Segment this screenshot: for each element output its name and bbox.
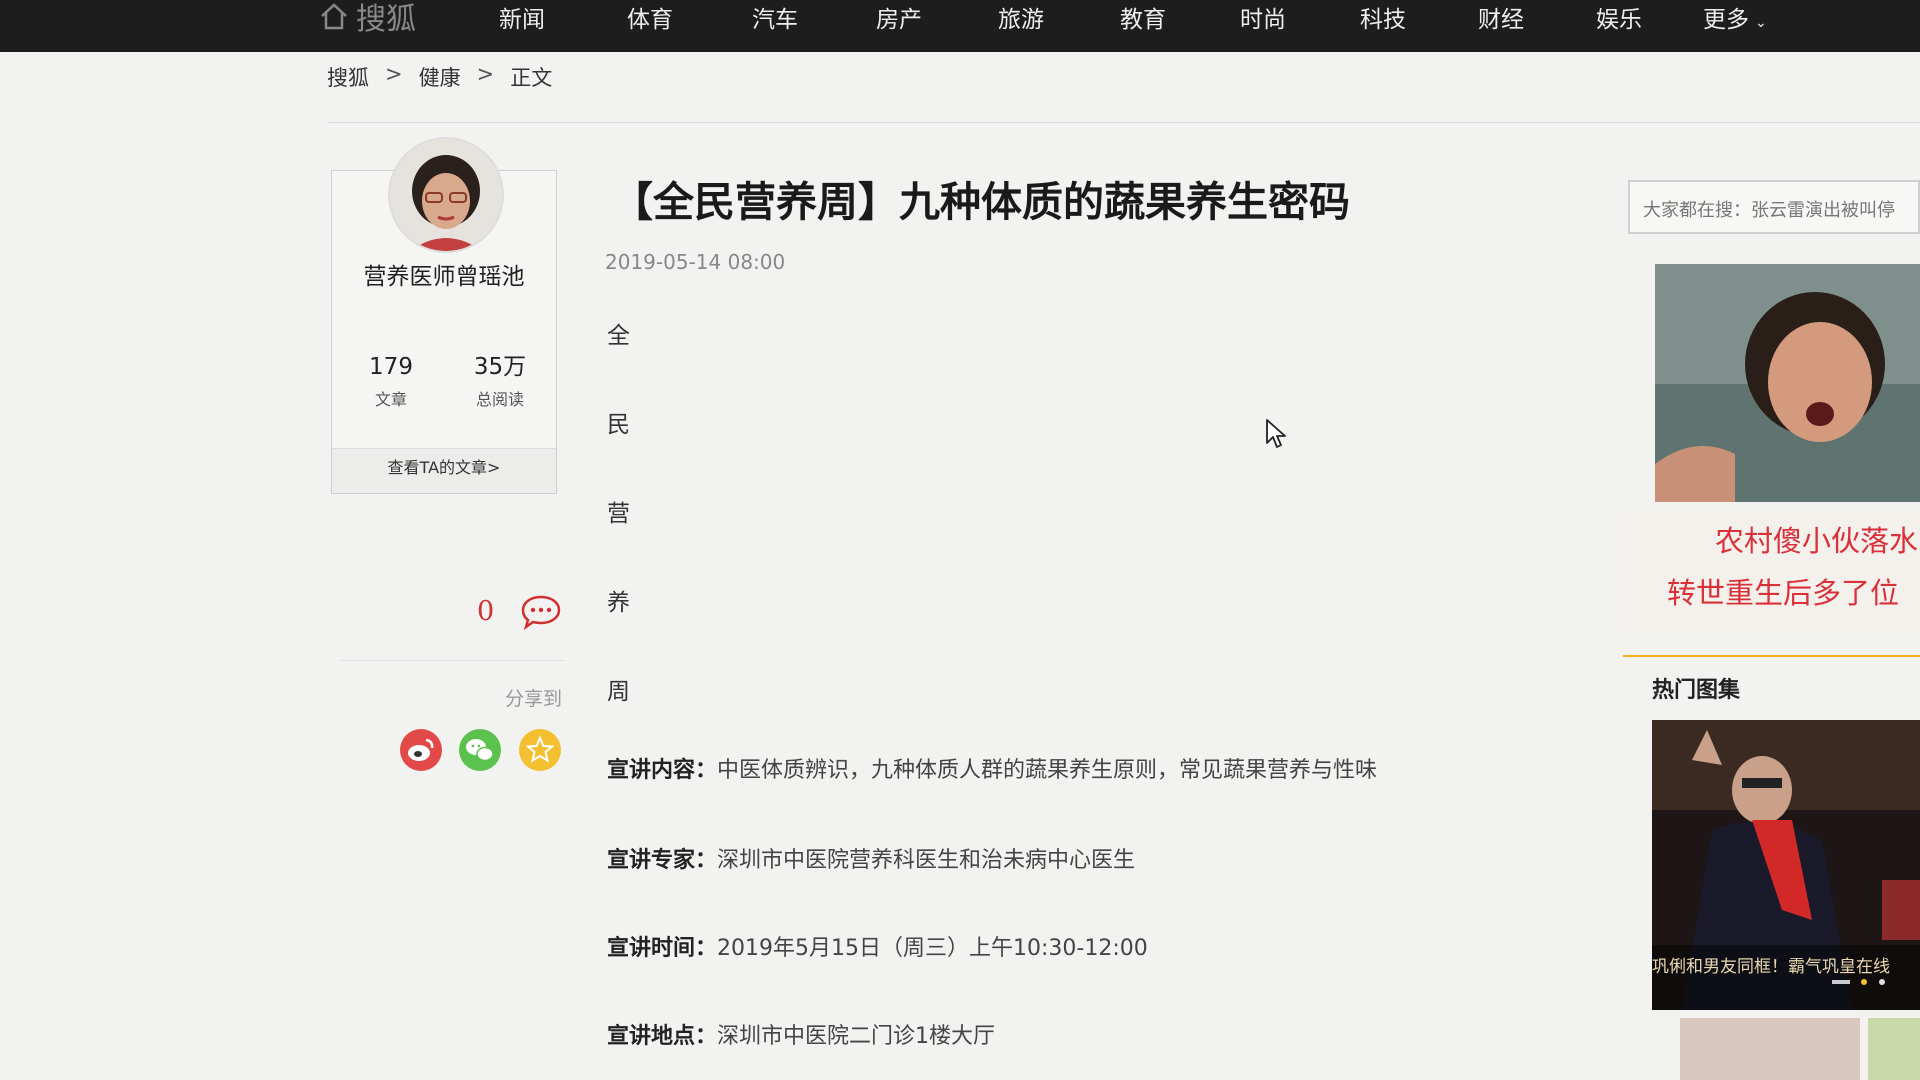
paragraph-label: 宣讲专家： xyxy=(607,848,718,873)
gallery-caption[interactable]: 巩俐和男友同框！霸气巩皇在线 xyxy=(1652,952,1920,977)
favorite-icon xyxy=(519,729,561,771)
ad-headline-line-1[interactable]: 农村傻小伙落水 xyxy=(1715,518,1918,560)
author-name[interactable]: 营养医师曾瑶池 xyxy=(346,262,542,293)
breadcrumb-separator: > xyxy=(476,62,495,86)
share-wechat-button[interactable] xyxy=(458,728,502,772)
article-date: 2019-05-14 08:00 xyxy=(605,250,786,274)
article-paragraph-location: 宣讲地点：深圳市中医院二门诊1楼大厅 xyxy=(607,1018,995,1050)
top-nav: 搜狐 新闻 体育 汽车 房产 旅游 教育 时尚 科技 财经 娱乐 更多 ⌄ xyxy=(0,0,1920,52)
nav-item-sports[interactable]: 体育 xyxy=(627,0,673,42)
article-title: 【全民营养周】九种体质的蔬果养生密码 xyxy=(612,178,1350,226)
article-paragraph-time: 宣讲时间：2019年5月15日（周三）上午10:30-12:00 xyxy=(607,930,1148,962)
paragraph-label: 宣讲时间： xyxy=(607,936,718,961)
article-vertical-char: 养 xyxy=(607,590,630,616)
article-vertical-char: 民 xyxy=(607,412,630,438)
paragraph-label: 宣讲内容： xyxy=(607,758,718,783)
nav-item-education[interactable]: 教育 xyxy=(1120,0,1166,42)
header-divider xyxy=(327,122,1920,123)
author-articles-stat: 179 文章 xyxy=(346,352,436,410)
hot-gallery-title: 热门图集 xyxy=(1652,678,1741,703)
gallery-thumbnail[interactable] xyxy=(1680,1018,1860,1080)
ad-photo xyxy=(1655,264,1920,502)
breadcrumb-home[interactable]: 搜狐 xyxy=(327,62,369,92)
nav-more-menu[interactable]: 更多 ⌄ xyxy=(1703,0,1767,45)
logo-text: 搜狐 xyxy=(356,2,416,37)
nav-item-finance[interactable]: 财经 xyxy=(1478,0,1524,42)
nav-item-fashion[interactable]: 时尚 xyxy=(1240,0,1286,42)
avatar-image xyxy=(390,139,502,251)
trending-search-text[interactable]: 大家都在搜：张云雷演出被叫停 xyxy=(1643,196,1895,222)
ad-headline-line-2[interactable]: 转世重生后多了位 xyxy=(1667,570,1899,612)
nav-item-auto[interactable]: 汽车 xyxy=(752,0,798,42)
nav-item-tech[interactable]: 科技 xyxy=(1360,0,1406,42)
paragraph-label: 宣讲地点： xyxy=(607,1024,718,1049)
paragraph-text: 2019年5月15日（周三）上午10:30-12:00 xyxy=(717,936,1148,961)
ad-image[interactable] xyxy=(1655,264,1920,502)
share-label: 分享到 xyxy=(504,688,562,710)
article-vertical-char: 周 xyxy=(607,679,630,705)
comment-icon[interactable] xyxy=(520,594,562,630)
section-divider xyxy=(1623,655,1920,657)
paragraph-text: 深圳市中医院营养科医生和治未病中心医生 xyxy=(717,848,1136,873)
article-vertical-char: 全 xyxy=(607,323,630,349)
view-author-articles-link[interactable]: 查看TA的文章> xyxy=(332,454,556,478)
home-icon xyxy=(321,3,347,30)
nav-item-travel[interactable]: 旅游 xyxy=(998,0,1044,42)
breadcrumb: 搜狐 > 健康 > 正文 xyxy=(327,62,552,92)
breadcrumb-separator: > xyxy=(385,62,403,86)
weibo-icon xyxy=(400,729,442,771)
article-paragraph-expert: 宣讲专家：深圳市中医院营养科医生和治未病中心医生 xyxy=(607,842,1135,874)
share-weibo-button[interactable] xyxy=(399,728,443,772)
nav-item-entertainment[interactable]: 娱乐 xyxy=(1596,0,1642,42)
mouse-cursor-icon xyxy=(1266,419,1286,448)
comment-count[interactable]: 0 xyxy=(477,596,494,627)
nav-item-house[interactable]: 房产 xyxy=(876,0,922,42)
breadcrumb-current: 正文 xyxy=(510,66,553,90)
reads-label: 总阅读 xyxy=(475,390,524,409)
article-paragraph-content: 宣讲内容：中医体质辨识，九种体质人群的蔬果养生原则，常见蔬果营养与性味 xyxy=(607,752,1377,784)
paragraph-text: 中医体质辨识，九种体质人群的蔬果养生原则，常见蔬果营养与性味 xyxy=(717,758,1378,783)
reads-count: 35万 xyxy=(473,354,527,380)
chevron-down-icon: ⌄ xyxy=(1755,15,1767,31)
nav-more-label: 更多 xyxy=(1703,7,1749,33)
breadcrumb-health[interactable]: 健康 xyxy=(419,62,461,92)
share-favorite-button[interactable] xyxy=(518,728,562,772)
author-avatar[interactable] xyxy=(388,137,504,253)
share-divider xyxy=(340,660,565,661)
articles-label: 文章 xyxy=(374,390,407,409)
article-vertical-char: 营 xyxy=(607,501,630,527)
gallery-thumbnail[interactable] xyxy=(1868,1018,1920,1080)
sohu-logo[interactable]: 搜狐 xyxy=(318,0,416,38)
paragraph-text: 深圳市中医院二门诊1楼大厅 xyxy=(717,1024,996,1049)
nav-item-news[interactable]: 新闻 xyxy=(499,0,545,42)
articles-count: 179 xyxy=(369,354,413,380)
wechat-icon xyxy=(459,729,501,771)
author-reads-stat: 35万 总阅读 xyxy=(455,352,545,410)
